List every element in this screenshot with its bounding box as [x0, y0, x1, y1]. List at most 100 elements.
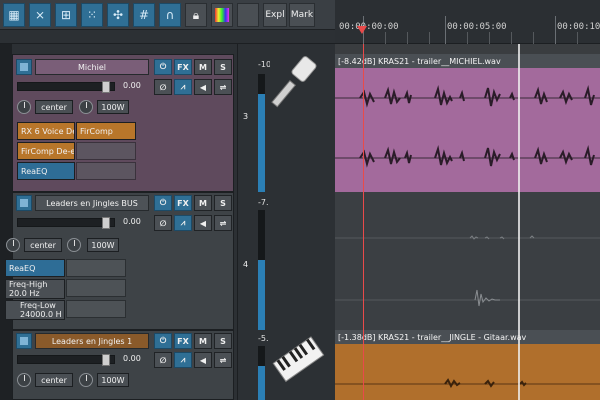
record-arm-icon[interactable]: [16, 333, 32, 349]
ruler-minor-tick: [407, 32, 408, 44]
fx-slot-empty[interactable]: [76, 142, 136, 160]
pan-knob-icon[interactable]: [17, 100, 31, 114]
fx-param-freq-high[interactable]: Freq-High 20.0 Hz: [5, 279, 65, 299]
track-name[interactable]: Leaders en Jingles 1: [35, 333, 149, 349]
io-icon[interactable]: ⇌: [214, 79, 232, 95]
speaker-icon[interactable]: ◀: [194, 352, 212, 368]
power-icon[interactable]: ⏻: [154, 333, 172, 349]
phase-button[interactable]: ∅: [154, 352, 172, 368]
play-cursor[interactable]: [518, 44, 520, 400]
fx-slot[interactable]: RX 6 Voice De-: [17, 122, 75, 140]
fx-slot[interactable]: FirComp De-es: [17, 142, 75, 160]
width-field[interactable]: 100W: [87, 238, 119, 252]
envelope-icon[interactable]: ⩘: [174, 352, 192, 368]
fx-slot-empty[interactable]: [66, 259, 126, 277]
hash-grid-icon[interactable]: #: [133, 3, 155, 27]
io-icon[interactable]: ⇌: [214, 215, 232, 231]
fx-slot[interactable]: ReaEQ: [17, 162, 75, 180]
color-icon[interactable]: [211, 3, 233, 27]
ruler-label: 00:00:05:00: [447, 22, 507, 32]
pan-knob-icon[interactable]: [17, 373, 31, 387]
ruler-label: 00:00:00:00: [339, 22, 399, 32]
solo-button[interactable]: S: [214, 59, 232, 75]
group-icon[interactable]: ⁙: [81, 3, 103, 27]
fx-slot[interactable]: ReaEQ: [5, 259, 65, 277]
fx-slot[interactable]: FirComp: [76, 122, 136, 140]
pan-knob-icon[interactable]: [6, 238, 20, 252]
track-control-panel: Michiel ⏻ FX M S 0.00 ∅ ⩘ ◀ ⇌ center 100…: [0, 44, 335, 400]
io-icon[interactable]: ⇌: [214, 352, 232, 368]
volume-fader[interactable]: [17, 217, 115, 229]
track-name[interactable]: Leaders en Jingles BUS: [35, 195, 149, 211]
waveform: [335, 378, 600, 389]
ruler-minor-tick: [511, 32, 512, 44]
phase-button[interactable]: ∅: [154, 79, 172, 95]
ruler-tick: [555, 16, 556, 44]
mute-button[interactable]: M: [194, 59, 212, 75]
grid-icon[interactable]: ▦: [3, 3, 25, 27]
track-icon-area[interactable]: [270, 54, 328, 192]
phase-button[interactable]: ∅: [154, 215, 172, 231]
track-5-panel[interactable]: Leaders en Jingles 1 ⏻ FX M S 0.00 ∅ ⩘ ◀…: [12, 330, 234, 400]
media-item-jingle[interactable]: [-1.38dB] KRAS21 - trailer__JINGLE - Git…: [335, 330, 600, 400]
track-number: 4: [243, 260, 249, 269]
blank-icon[interactable]: [237, 3, 259, 27]
fx-button[interactable]: FX: [174, 333, 192, 349]
track-4-panel[interactable]: Leaders en Jingles BUS ⏻ FX M S 0.00 ∅ ⩘…: [5, 192, 234, 330]
speaker-icon[interactable]: ◀: [194, 215, 212, 231]
width-field[interactable]: 100W: [97, 373, 129, 387]
bus-lane[interactable]: [335, 192, 600, 330]
fader-thumb[interactable]: [102, 81, 110, 93]
width-knob-icon[interactable]: [67, 238, 81, 252]
width-knob-icon[interactable]: [79, 100, 93, 114]
power-icon[interactable]: ⏻: [154, 59, 172, 75]
volume-fader[interactable]: [17, 81, 115, 93]
pan-field[interactable]: center: [35, 373, 73, 387]
ruler-tick: [445, 16, 446, 44]
fx-button[interactable]: FX: [174, 195, 192, 211]
fx-slot-empty[interactable]: [66, 300, 126, 318]
fader-thumb[interactable]: [102, 217, 110, 229]
mute-button[interactable]: M: [194, 333, 212, 349]
envelope-icon[interactable]: ⩘: [174, 79, 192, 95]
media-item-michiel[interactable]: [-8.42dB] KRAS21 - trailer__MICHIEL.wav: [335, 54, 600, 192]
ruler-minor-tick: [577, 32, 578, 44]
volume-fader[interactable]: [17, 354, 115, 366]
item-label: [-1.38dB] KRAS21 - trailer__JINGLE - Git…: [335, 330, 600, 344]
bus-waveform: [335, 235, 600, 307]
solo-button[interactable]: S: [214, 195, 232, 211]
pan-field[interactable]: center: [24, 238, 62, 252]
record-arm-icon[interactable]: [16, 195, 32, 211]
snap-icon[interactable]: ⊞: [55, 3, 77, 27]
pan-field[interactable]: center: [35, 100, 73, 114]
fader-thumb[interactable]: [102, 354, 110, 366]
envelope-icon[interactable]: ✣: [107, 3, 129, 27]
arrange-view[interactable]: [-8.42dB] KRAS21 - trailer__MICHIEL.wav …: [335, 44, 600, 400]
split-icon[interactable]: ⨯: [29, 3, 51, 27]
lock-icon[interactable]: 🔒︎: [185, 3, 207, 27]
width-knob-icon[interactable]: [79, 373, 93, 387]
waveform: [335, 85, 600, 168]
edit-cursor[interactable]: [363, 44, 364, 400]
mute-button[interactable]: M: [194, 195, 212, 211]
explorer-button[interactable]: Expl: [263, 3, 287, 27]
track-3-panel[interactable]: Michiel ⏻ FX M S 0.00 ∅ ⩘ ◀ ⇌ center 100…: [12, 54, 234, 192]
fx-param-freq-low[interactable]: Freq-Low 24000.0 H: [5, 300, 65, 320]
fx-slot-empty[interactable]: [66, 279, 126, 297]
solo-button[interactable]: S: [214, 333, 232, 349]
magnet-icon[interactable]: ∩: [159, 3, 181, 27]
track-icon-area[interactable]: [270, 330, 328, 400]
timeline-ruler[interactable]: 00:00:00:00 00:00:05:00 00:00:10:00: [335, 0, 600, 44]
fx-slot-empty[interactable]: [76, 162, 136, 180]
power-icon[interactable]: ⏻: [154, 195, 172, 211]
width-field[interactable]: 100W: [97, 100, 129, 114]
fx-button[interactable]: FX: [174, 59, 192, 75]
record-arm-icon[interactable]: [16, 59, 32, 75]
track-icon-area-empty[interactable]: [270, 192, 328, 330]
ruler-label: 00:00:10:00: [557, 22, 600, 32]
marker-button[interactable]: Mark: [289, 3, 315, 27]
meter-level-bar: [258, 366, 265, 400]
envelope-icon[interactable]: ⩘: [174, 215, 192, 231]
speaker-icon[interactable]: ◀: [194, 79, 212, 95]
track-name[interactable]: Michiel: [35, 59, 149, 75]
